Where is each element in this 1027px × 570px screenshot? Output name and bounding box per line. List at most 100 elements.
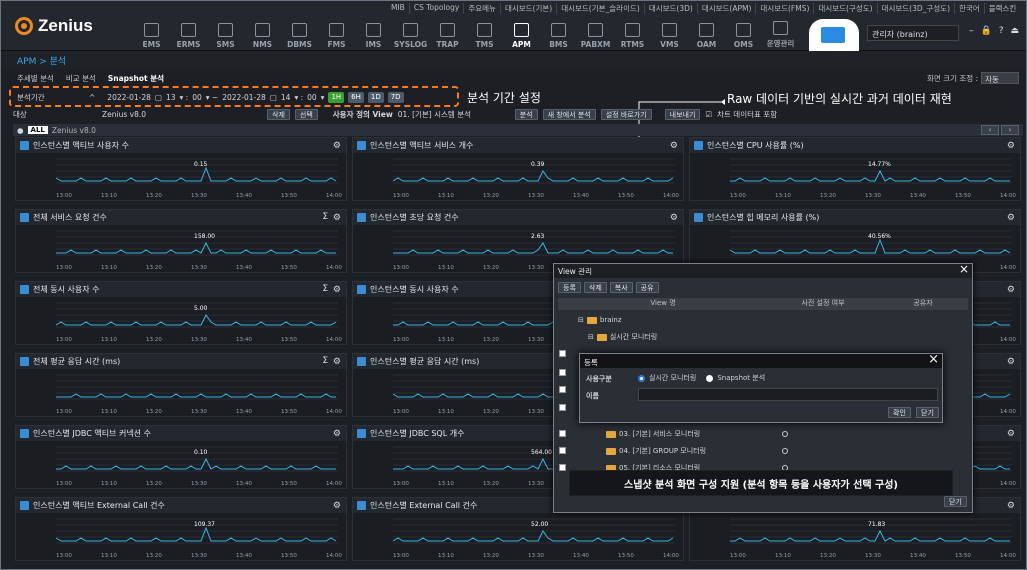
module-oam[interactable]: OAM [688, 15, 725, 49]
end-min[interactable]: 00 [307, 93, 317, 102]
tab-compare[interactable]: 비교 분석 [66, 73, 96, 84]
module-oms[interactable]: OMS [725, 15, 762, 49]
help-icon[interactable]: ? [999, 26, 1004, 36]
module-dbms[interactable]: DBMS [281, 15, 318, 49]
register-close-button[interactable]: 닫기 [916, 407, 939, 418]
row-checkbox[interactable] [559, 404, 566, 411]
minus-icon[interactable]: – [969, 26, 974, 36]
gear-icon[interactable]: ⚙ [1007, 501, 1015, 511]
name-input[interactable] [638, 388, 938, 401]
copy-button[interactable]: 복사 [609, 282, 633, 293]
gear-icon[interactable]: ⚙ [670, 213, 678, 223]
size-select[interactable]: 자동 [981, 72, 1020, 84]
row-checkbox[interactable] [559, 447, 566, 454]
top-link[interactable]: 주요메뉴 [463, 3, 500, 14]
end-date[interactable]: 2022-01-28 [222, 93, 266, 102]
preset-radio[interactable] [782, 448, 788, 454]
gear-icon[interactable]: ⚙ [1007, 285, 1015, 295]
instance-name[interactable]: Zenius v8.0 [52, 126, 96, 135]
gear-icon[interactable]: ⚙ [333, 285, 341, 295]
gear-icon[interactable]: ⚙ [333, 501, 341, 511]
all-filter[interactable]: ALL [27, 126, 48, 134]
gear-icon[interactable]: ⚙ [1007, 141, 1015, 151]
row-checkbox[interactable] [559, 369, 566, 376]
close-icon[interactable]: × [959, 262, 969, 276]
module-erms[interactable]: ERMS [170, 15, 207, 49]
row-checkbox[interactable] [559, 350, 566, 357]
share-button[interactable]: 공유 [635, 282, 659, 293]
top-link[interactable]: 블랙스킨 [983, 3, 1021, 14]
tab-snapshot[interactable]: Snapshot 분석 [108, 73, 164, 84]
tree-realtime[interactable]: ⊟ 실시간 모니터링 [588, 332, 657, 342]
sigma-icon[interactable]: Σ [322, 356, 328, 366]
delete-button[interactable]: 삭제 [267, 109, 290, 120]
row-checkbox[interactable] [559, 464, 566, 471]
end-hour[interactable]: 14 [281, 93, 291, 102]
vm-delete-button[interactable]: 삭제 [583, 282, 607, 293]
zenius-logo[interactable]: Zenius [15, 15, 93, 37]
module-nms[interactable]: NMS [244, 15, 281, 49]
module-fms[interactable]: FMS [318, 15, 355, 49]
tree-service[interactable]: 03. [기본] 서비스 모니터링 [606, 429, 700, 439]
top-link[interactable]: 대시보드(기본_슬라이드) [556, 3, 644, 14]
sigma-icon[interactable]: Σ [322, 212, 328, 222]
ok-button[interactable]: 확인 [888, 407, 911, 418]
analyze-button[interactable]: 분석 [514, 109, 538, 120]
logout-icon[interactable]: ⏏ [1011, 26, 1020, 36]
top-link[interactable]: 대시보드(APM) [696, 3, 756, 14]
module-trap[interactable]: TRAP [429, 15, 466, 49]
start-hour[interactable]: 13 [166, 93, 176, 102]
top-link[interactable]: 대시보드(FMS) [755, 3, 813, 14]
gear-icon[interactable]: ⚙ [333, 213, 341, 223]
module-vms[interactable]: VMS [651, 15, 688, 49]
module-sms[interactable]: SMS [207, 15, 244, 49]
top-link[interactable]: 대시보드(3D_구성도) [876, 3, 954, 14]
top-link[interactable]: 대시보드(구성도) [813, 3, 876, 14]
chart-table-checkbox[interactable]: ☑ [705, 110, 712, 119]
preset-radio[interactable] [782, 431, 788, 437]
row-checkbox[interactable] [559, 386, 566, 393]
gear-icon[interactable]: ⚙ [1007, 357, 1015, 367]
preset-7d[interactable]: 7D [387, 91, 404, 103]
tree-group[interactable]: 04. [기본] GROUP 모니터링 [606, 446, 706, 456]
module-bms[interactable]: BMS [540, 15, 577, 49]
preset-1d[interactable]: 1D [367, 91, 384, 103]
module-syslog[interactable]: SYSLOG [392, 15, 429, 49]
top-link[interactable]: CS Topology [408, 3, 464, 14]
lock-icon[interactable]: 🔒 [981, 26, 992, 36]
close-icon[interactable]: × [928, 352, 939, 367]
tree-user[interactable]: ⊟ brainz [578, 316, 622, 324]
module-rtms[interactable]: RTMS [614, 15, 651, 49]
module-ems[interactable]: EMS [133, 15, 170, 49]
export-button[interactable]: 내보내기 [664, 109, 701, 120]
view-select[interactable]: 01. [기본] 시스템 분석 [398, 109, 510, 120]
start-min[interactable]: 00 [192, 93, 202, 102]
top-link[interactable]: 대시보드(기본) [499, 3, 556, 14]
tab-trend[interactable]: 추세별 분석 [17, 73, 54, 84]
prev-arrow-icon[interactable]: ‹ [981, 125, 999, 135]
select-button[interactable]: 선택 [294, 109, 318, 120]
preset-1h[interactable]: 1H [328, 91, 345, 103]
module-ims[interactable]: IMS [355, 15, 392, 49]
sigma-icon[interactable]: Σ [322, 284, 328, 294]
row-checkbox[interactable] [559, 430, 566, 437]
module-운영관리[interactable]: 운영관리 [762, 15, 799, 49]
top-link[interactable]: 대시보드(3D) [643, 3, 697, 14]
radio-unselected[interactable] [706, 374, 714, 382]
vm-close-button[interactable]: 닫기 [944, 496, 967, 507]
calendar-icon[interactable]: ▢ [155, 93, 162, 102]
module-tms[interactable]: TMS [466, 15, 503, 49]
new-window-button[interactable]: 새 창에서 분석 [542, 109, 596, 120]
next-arrow-icon[interactable]: › [1001, 125, 1019, 135]
top-link[interactable]: 한국어 [954, 3, 984, 14]
module-apm[interactable]: APM [503, 15, 540, 49]
user-select[interactable]: 관리자 (brainz) [867, 25, 959, 41]
gear-icon[interactable]: ⚙ [670, 141, 678, 151]
module-pabxm[interactable]: PABXM [577, 15, 614, 49]
gear-icon[interactable]: ⚙ [1007, 429, 1015, 439]
collapse-icon[interactable]: ^ [89, 93, 95, 102]
gear-icon[interactable]: ⚙ [333, 357, 341, 367]
radio-selected[interactable] [638, 374, 645, 382]
gear-icon[interactable]: ⚙ [1007, 213, 1015, 223]
calendar-icon-end[interactable]: ▢ [270, 93, 277, 102]
